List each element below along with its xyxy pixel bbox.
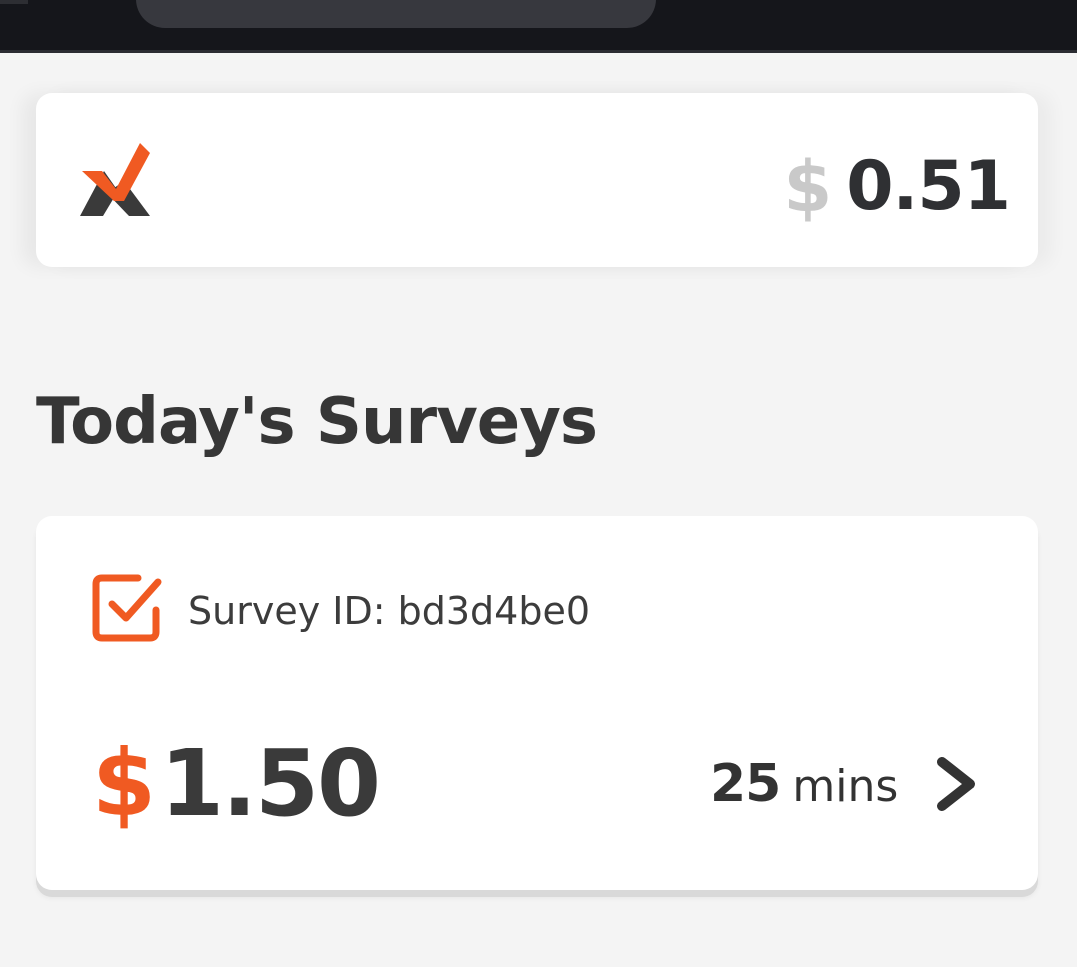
balance-display: $ 0.51 bbox=[784, 151, 1011, 223]
duration-unit: mins bbox=[792, 761, 899, 812]
top-search-pill[interactable] bbox=[136, 0, 656, 28]
balance-card: $ 0.51 bbox=[36, 93, 1038, 267]
x-logo-icon bbox=[80, 143, 150, 216]
checkbox-checked-icon bbox=[92, 574, 162, 642]
reward-currency: $ bbox=[92, 730, 157, 837]
duration-value: 25 bbox=[710, 754, 781, 814]
reward-amount: 1.50 bbox=[160, 730, 381, 837]
survey-duration: 25 mins bbox=[710, 754, 898, 814]
balance-amount: 0.51 bbox=[846, 147, 1011, 226]
top-bar-corner bbox=[0, 0, 28, 4]
chevron-right-icon[interactable] bbox=[934, 756, 980, 812]
survey-reward: $ 1.50 bbox=[92, 730, 381, 837]
top-bar bbox=[0, 0, 1077, 53]
survey-id-label: Survey ID: bd3d4be0 bbox=[188, 589, 591, 633]
balance-currency: $ bbox=[783, 146, 833, 228]
survey-card[interactable]: Survey ID: bd3d4be0 $ 1.50 25 mins bbox=[36, 516, 1038, 890]
section-title: Today's Surveys bbox=[36, 385, 598, 459]
